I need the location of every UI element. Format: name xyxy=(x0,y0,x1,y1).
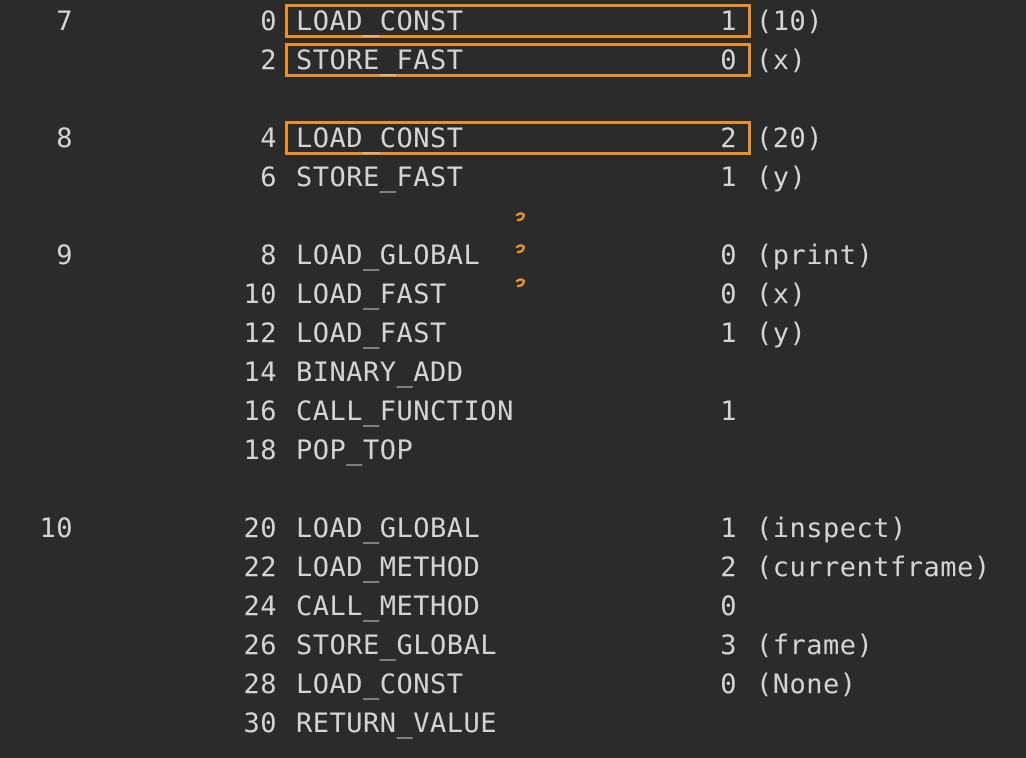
argument-repr: (None) xyxy=(756,669,857,700)
bytecode-offset: 26 xyxy=(243,630,277,661)
bytecode-offset: 14 xyxy=(243,357,277,388)
bytecode-row: 2 STORE_FAST 0 (x) xyxy=(0,41,1026,80)
bytecode-row: 9 8 LOAD_GLOBAL 0 (print) xyxy=(0,236,1026,275)
bytecode-row: 10 20 LOAD_GLOBAL 1 (inspect) xyxy=(0,509,1026,548)
argument-repr: (y) xyxy=(756,318,807,349)
bytecode-offset: 12 xyxy=(243,318,277,349)
bytecode-row: 14 BINARY_ADD xyxy=(0,353,1026,392)
opcode-argument: 0 xyxy=(720,591,737,622)
bytecode-listing: 7 0 LOAD_CONST 1 (10) 2 STORE_FAST 0 (x) 8 4 LOAD_C… xyxy=(0,0,1026,758)
opcode-argument: 1 xyxy=(720,6,737,37)
bytecode-row: 6 STORE_FAST 1 (y) xyxy=(0,158,1026,197)
squiggle-mark-icon xyxy=(515,244,526,254)
opcode-name: CALL_METHOD xyxy=(296,591,481,622)
bytecode-row: 26 STORE_GLOBAL 3 (frame) xyxy=(0,626,1026,665)
opcode-name: CALL_FUNCTION xyxy=(296,396,514,427)
opcode-argument: 0 xyxy=(720,240,737,271)
bytecode-offset: 28 xyxy=(243,669,277,700)
argument-repr: (frame) xyxy=(756,630,874,661)
bytecode-row: 30 RETURN_VALUE xyxy=(0,704,1026,743)
source-line-number: 10 xyxy=(39,513,73,544)
source-line-number: 7 xyxy=(56,6,73,37)
opcode-name: BINARY_ADD xyxy=(296,357,464,388)
bytecode-offset: 30 xyxy=(243,708,277,739)
opcode-argument: 2 xyxy=(720,123,737,154)
bytecode-row: 12 LOAD_FAST 1 (y) xyxy=(0,314,1026,353)
opcode-argument: 1 xyxy=(720,162,737,193)
opcode-name: STORE_FAST xyxy=(296,162,464,193)
bytecode-row: 7 0 LOAD_CONST 1 (10) xyxy=(0,2,1026,41)
opcode-argument: 2 xyxy=(720,552,737,583)
argument-repr: (20) xyxy=(756,123,824,154)
bytecode-offset: 2 xyxy=(260,45,277,76)
argument-repr: (x) xyxy=(756,45,807,76)
opcode-argument: 1 xyxy=(720,513,737,544)
argument-repr: (10) xyxy=(756,6,824,37)
bytecode-row: 8 4 LOAD_CONST 2 (20) xyxy=(0,119,1026,158)
bytecode-offset: 10 xyxy=(243,279,277,310)
bytecode-row: 10 LOAD_FAST 0 (x) xyxy=(0,275,1026,314)
bytecode-offset: 16 xyxy=(243,396,277,427)
opcode-name: LOAD_CONST xyxy=(296,123,464,154)
opcode-name: POP_TOP xyxy=(296,435,414,466)
bytecode-row: 28 LOAD_CONST 0 (None) xyxy=(0,665,1026,704)
bytecode-row: 24 CALL_METHOD 0 xyxy=(0,587,1026,626)
opcode-argument: 1 xyxy=(720,396,737,427)
bytecode-offset: 18 xyxy=(243,435,277,466)
opcode-name: STORE_FAST xyxy=(296,45,464,76)
squiggle-mark-icon xyxy=(515,278,526,288)
bytecode-offset: 24 xyxy=(243,591,277,622)
opcode-name: LOAD_CONST xyxy=(296,669,464,700)
bytecode-offset: 0 xyxy=(260,6,277,37)
argument-repr: (currentframe) xyxy=(756,552,991,583)
opcode-argument: 1 xyxy=(720,318,737,349)
opcode-name: LOAD_FAST xyxy=(296,318,447,349)
source-line-number: 8 xyxy=(56,123,73,154)
opcode-name: LOAD_METHOD xyxy=(296,552,481,583)
opcode-name: LOAD_FAST xyxy=(296,279,447,310)
bytecode-offset: 4 xyxy=(260,123,277,154)
bytecode-offset: 22 xyxy=(243,552,277,583)
opcode-name: LOAD_GLOBAL xyxy=(296,240,481,271)
opcode-argument: 3 xyxy=(720,630,737,661)
source-line-number: 9 xyxy=(56,240,73,271)
argument-repr: (x) xyxy=(756,279,807,310)
opcode-name: RETURN_VALUE xyxy=(296,708,498,739)
bytecode-offset: 8 xyxy=(260,240,277,271)
argument-repr: (inspect) xyxy=(756,513,907,544)
argument-repr: (y) xyxy=(756,162,807,193)
bytecode-row: 22 LOAD_METHOD 2 (currentframe) xyxy=(0,548,1026,587)
bytecode-offset: 6 xyxy=(260,162,277,193)
opcode-argument: 0 xyxy=(720,669,737,700)
opcode-name: LOAD_CONST xyxy=(296,6,464,37)
opcode-argument: 0 xyxy=(720,279,737,310)
opcode-name: LOAD_GLOBAL xyxy=(296,513,481,544)
opcode-argument: 0 xyxy=(720,45,737,76)
bytecode-row: 18 POP_TOP xyxy=(0,431,1026,470)
opcode-name: STORE_GLOBAL xyxy=(296,630,498,661)
argument-repr: (print) xyxy=(756,240,874,271)
squiggle-mark-icon xyxy=(515,212,526,222)
bytecode-offset: 20 xyxy=(243,513,277,544)
bytecode-row: 16 CALL_FUNCTION 1 xyxy=(0,392,1026,431)
